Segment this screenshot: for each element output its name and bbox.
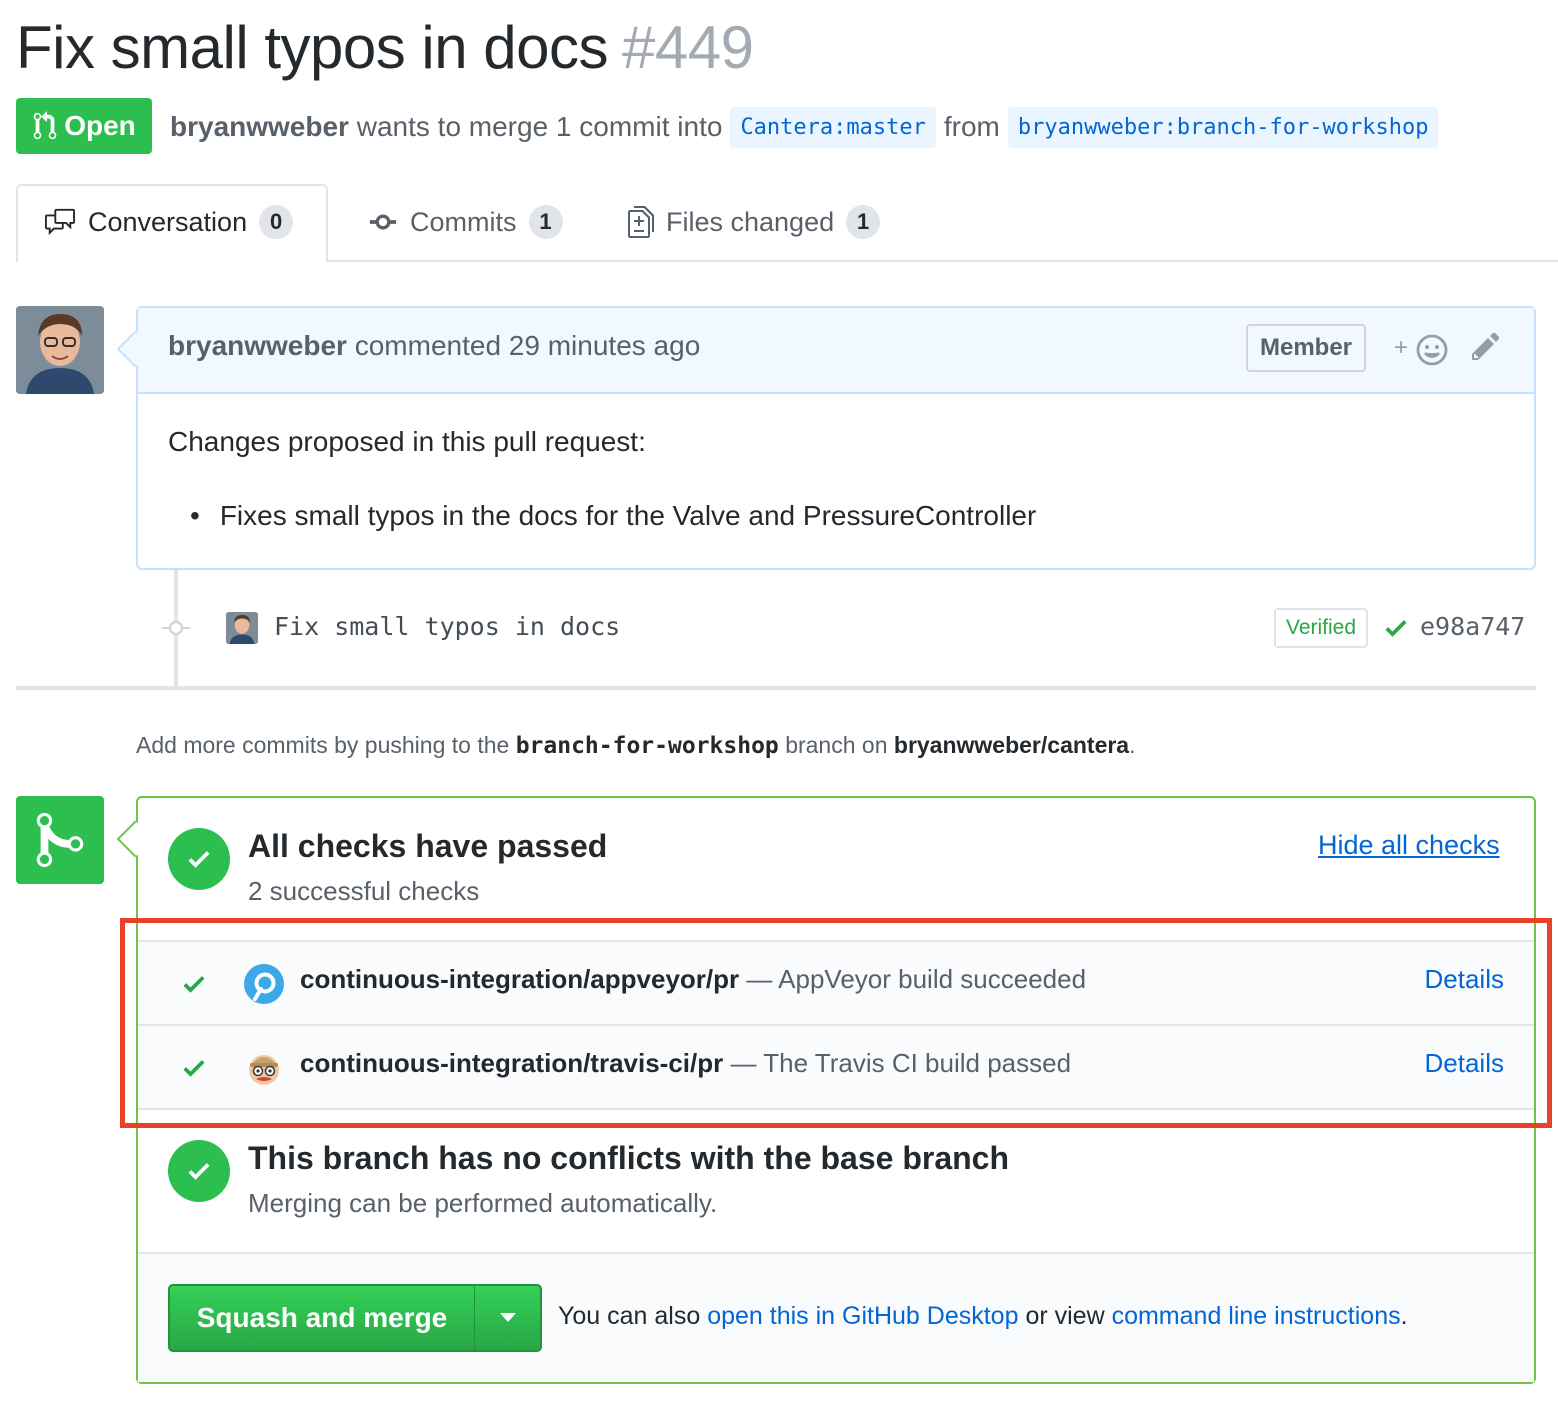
mergeability-title: This branch has no conflicts with the ba… <box>248 1140 1010 1176</box>
no-conflicts-icon <box>168 1140 230 1202</box>
push-hint-branch: branch-for-workshop <box>515 733 779 759</box>
push-hint-repo: bryanwweber/cantera <box>893 732 1130 758</box>
member-badge: Member <box>1246 324 1366 372</box>
avatar-portrait-small <box>226 612 258 644</box>
comment-body-list-item: • Fixes small typos in the docs for the … <box>190 500 1036 532</box>
merge-footer-text: You can also open this in GitHub Desktop… <box>558 1302 1408 1331</box>
verified-badge[interactable]: Verified <box>1274 608 1368 648</box>
checks-title: All checks have passed <box>248 828 608 864</box>
comment-body-lead: Changes proposed in this pull request: <box>168 426 646 457</box>
push-hint: Add more commits by pushing to the branc… <box>136 732 1136 759</box>
edit-comment-button[interactable] <box>1470 330 1510 370</box>
pr-state-label: Open <box>64 110 136 141</box>
timeline-divider <box>16 686 1536 690</box>
commit-sha-link[interactable]: e98a747 <box>1420 612 1525 641</box>
tab-commits-label: Commits <box>410 206 517 237</box>
tab-commits[interactable]: Commits 1 <box>368 205 563 239</box>
merge-method-dropdown-button[interactable] <box>474 1284 542 1352</box>
commit-status-check-icon[interactable] <box>1382 614 1410 642</box>
tab-files-changed[interactable]: Files changed 1 <box>628 205 881 239</box>
pr-title: Fix small typos in docs #449 <box>16 8 754 88</box>
tab-files-count: 1 <box>846 205 881 239</box>
bullet-marker: • <box>190 500 200 531</box>
file-diff-icon <box>628 206 654 238</box>
pr-author-link[interactable]: bryanwweber <box>170 111 349 143</box>
squash-and-merge-button[interactable]: Squash and merge <box>168 1284 476 1352</box>
git-pull-request-icon <box>33 111 57 140</box>
reaction-plus: + <box>1394 334 1409 361</box>
base-branch-ref[interactable]: Cantera:master <box>730 106 936 148</box>
smiley-icon <box>1416 334 1448 366</box>
merge-status-badge <box>16 796 104 884</box>
triangle-down-icon <box>499 1313 516 1322</box>
commit-node-icon <box>162 618 190 638</box>
tab-files-label: Files changed <box>666 206 835 237</box>
hide-all-checks-link[interactable]: Hide all checks <box>1318 830 1500 861</box>
pr-number: #449 <box>622 14 754 81</box>
annotation-highlight-box <box>120 918 1552 1128</box>
tab-conversation-label: Conversation <box>88 206 248 237</box>
pr-meta: bryanwweber wants to merge 1 commit into… <box>170 104 1446 150</box>
footer-middle: or view <box>1025 1302 1105 1330</box>
push-hint-middle: branch on <box>785 732 888 758</box>
pr-state-badge: Open <box>16 98 152 154</box>
footer-prefix: You can also <box>558 1302 701 1330</box>
avatar-portrait <box>16 306 104 394</box>
footer-suffix: . <box>1400 1302 1408 1330</box>
head-branch-ref[interactable]: bryanwweber:branch-for-workshop <box>1007 106 1439 148</box>
author-avatar[interactable] <box>16 306 104 394</box>
pr-title-text: Fix small typos in docs <box>16 14 609 81</box>
comment-timestamp[interactable]: commented 29 minutes ago <box>355 330 701 361</box>
comment-author-link[interactable]: bryanwweber <box>168 330 347 361</box>
commit-message-link[interactable]: Fix small typos in docs <box>274 612 620 641</box>
comment-discussion-icon <box>45 208 75 236</box>
checks-passed-icon <box>168 828 230 890</box>
open-in-desktop-link[interactable]: open this in GitHub Desktop <box>707 1302 1018 1330</box>
git-merge-icon <box>36 812 84 868</box>
tab-conversation-count: 0 <box>259 205 294 239</box>
comment-body-item: Fixes small typos in the docs for the Va… <box>219 500 1037 531</box>
git-commit-icon <box>369 214 397 230</box>
push-hint-prefix: Add more commits by pushing to the <box>136 732 510 758</box>
comment-meta: bryanwweber commented 29 minutes ago <box>168 330 700 362</box>
tab-conversation-content[interactable]: Conversation 0 <box>44 205 294 239</box>
checks-subtitle: 2 successful checks <box>248 876 480 906</box>
add-reaction-button[interactable]: + <box>1392 330 1452 370</box>
push-hint-suffix: . <box>1129 732 1136 758</box>
pencil-icon <box>1472 332 1500 360</box>
pr-merge-text: wants to merge 1 commit into <box>356 111 723 142</box>
pr-from-text: from <box>943 111 1000 142</box>
commit-author-avatar[interactable] <box>226 612 258 644</box>
command-line-instructions-link[interactable]: command line instructions <box>1112 1302 1401 1330</box>
mergeability-subtitle: Merging can be performed automatically. <box>248 1188 718 1218</box>
tab-commits-count: 1 <box>528 205 563 239</box>
